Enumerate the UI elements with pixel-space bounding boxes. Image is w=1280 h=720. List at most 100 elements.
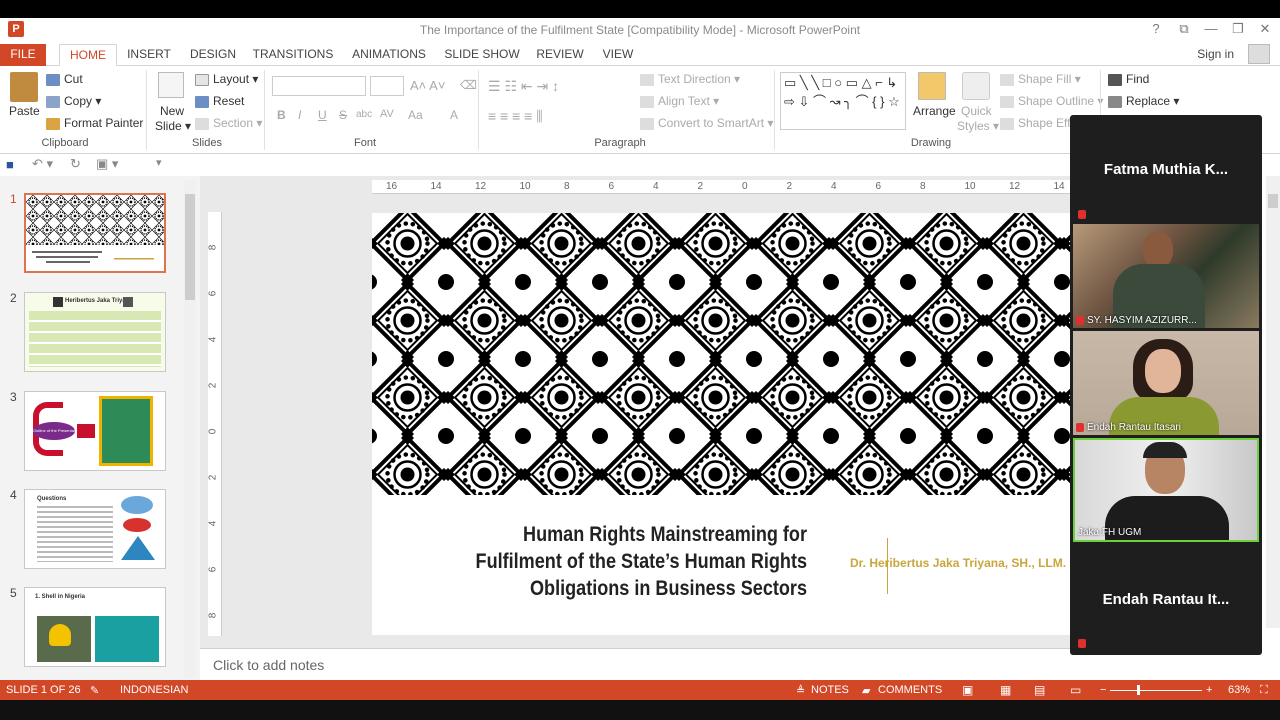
zoom-in-icon[interactable]: + <box>1206 684 1212 696</box>
cut-button[interactable]: Cut <box>64 72 83 86</box>
close-button[interactable]: ✕ <box>1254 21 1276 37</box>
arrange-icon[interactable] <box>918 72 946 100</box>
save-icon[interactable]: ■ <box>6 157 14 172</box>
new-slide-icon[interactable] <box>158 72 184 98</box>
find-button[interactable]: Find <box>1126 72 1149 86</box>
reading-view-icon[interactable]: ▤ <box>1034 683 1045 697</box>
slide-thumbnail-5[interactable]: 1. Shell in Nigeria <box>24 587 166 667</box>
scroll-thumb[interactable] <box>185 194 195 300</box>
slide-thumbnail-2[interactable]: Heribertus Jaka Triyana <box>24 292 166 372</box>
slide-sorter-icon[interactable]: ▦ <box>1000 683 1011 697</box>
slide-thumbnail-3[interactable]: Outline of the Presentation <box>24 391 166 471</box>
quick-styles-icon[interactable] <box>962 72 990 100</box>
sign-in-link[interactable]: Sign in <box>1197 47 1234 61</box>
copy-button[interactable]: Copy <box>64 94 92 108</box>
font-size-combobox[interactable] <box>370 76 404 96</box>
notes-placeholder[interactable]: Click to add notes <box>213 657 324 673</box>
notes-toggle-icon[interactable]: ≜ <box>796 684 805 697</box>
customize-qat-icon[interactable]: ▾ <box>156 156 162 169</box>
text-direction-button[interactable]: Text Direction <box>658 72 731 86</box>
shape-effects-button[interactable]: Shape Effe <box>1018 116 1077 130</box>
minimize-button[interactable]: — <box>1200 21 1222 36</box>
bullets-icon[interactable]: ☰ ☷ ⇤ ⇥ ↕ <box>488 78 559 95</box>
redo-icon[interactable]: ↻ <box>70 156 81 172</box>
paste-button[interactable]: Paste <box>9 104 40 118</box>
quick-styles-label-1[interactable]: Quick <box>961 104 992 118</box>
text-shadow-button[interactable]: abc <box>356 109 372 120</box>
start-slideshow-icon[interactable]: ▣ ▾ <box>96 156 118 172</box>
spellcheck-icon[interactable]: ✎ <box>90 684 99 697</box>
fit-slide-icon[interactable]: ⛶ <box>1260 684 1268 697</box>
ruler-number: 2 <box>786 181 793 192</box>
underline-button[interactable]: U <box>318 108 327 122</box>
change-case-button[interactable]: Aa <box>408 108 423 122</box>
strikethrough-button[interactable]: S <box>339 108 347 122</box>
character-spacing-button[interactable]: AV <box>380 108 394 120</box>
section-button[interactable]: Section <box>213 116 253 130</box>
grow-font-icon[interactable]: A˄ A˅ <box>410 78 445 93</box>
shape-outline-button[interactable]: Shape Outline <box>1018 94 1094 108</box>
clear-format-icon[interactable]: ⌫ <box>460 78 477 92</box>
font-name-combobox[interactable] <box>272 76 366 96</box>
align-text-button[interactable]: Align Text <box>658 94 710 108</box>
maximize-button[interactable]: ❐ <box>1227 21 1249 37</box>
convert-smartart-button[interactable]: Convert to SmartArt <box>658 116 764 130</box>
account-avatar-icon[interactable] <box>1248 44 1270 64</box>
undo-icon[interactable]: ↶ ▾ <box>32 156 53 172</box>
slide-title[interactable]: Human Rights Mainstreaming for Fulfilmen… <box>442 521 807 602</box>
zoom-slider[interactable] <box>1110 690 1202 691</box>
shape-fill-button[interactable]: Shape Fill <box>1018 72 1071 86</box>
paragraph-group-label: Paragraph <box>594 137 646 149</box>
normal-view-icon[interactable]: ▣ <box>962 683 973 697</box>
tab-review[interactable]: REVIEW <box>532 44 588 66</box>
format-painter-button[interactable]: Format Painter <box>64 116 143 130</box>
participant-video-tile[interactable]: SY. HASYIM AZIZURR... <box>1073 224 1259 328</box>
current-slide[interactable]: Human Rights Mainstreaming for Fulfilmen… <box>372 213 1072 635</box>
notes-pane[interactable]: Click to add notes <box>200 648 1070 680</box>
muted-mic-icon <box>1076 315 1084 325</box>
reset-button[interactable]: Reset <box>213 94 244 108</box>
font-color-button[interactable]: A <box>450 108 458 122</box>
slide-scrollbar[interactable] <box>1266 176 1280 628</box>
align-icons[interactable]: ≡ ≡ ≡ ≡ ⫼ <box>488 108 543 125</box>
slideshow-view-icon[interactable]: ▭ <box>1070 683 1081 697</box>
replace-button[interactable]: Replace <box>1126 94 1170 108</box>
ruler-number: 0 <box>742 181 748 192</box>
quick-styles-label-2[interactable]: Styles <box>957 119 990 133</box>
comments-icon[interactable]: ▰ <box>862 684 870 697</box>
tab-design[interactable]: DESIGN <box>186 44 240 66</box>
powerpoint-window: P The Importance of the Fulfilment State… <box>0 0 1280 720</box>
tab-home[interactable]: HOME <box>59 44 117 67</box>
tab-file[interactable]: FILE <box>0 44 46 66</box>
italic-button[interactable]: I <box>298 108 301 122</box>
new-slide-label-2[interactable]: Slide <box>155 119 182 133</box>
comments-button[interactable]: COMMENTS <box>878 684 942 696</box>
tab-transitions[interactable]: TRANSITIONS <box>252 44 334 66</box>
paste-icon[interactable] <box>10 72 38 102</box>
tab-animations[interactable]: ANIMATIONS <box>348 44 430 66</box>
shapes-gallery[interactable]: ▭ ╲ ╲ □ ○ ▭ △ ⌐ ↳ ⇨ ⇩ ⌒ ↝ ╮ ⌒ { } ☆ <box>780 72 906 130</box>
slide-author[interactable]: Dr. Heribertus Jaka Triyana, SH., LLM. M <box>850 556 1072 570</box>
zoom-slider-thumb[interactable] <box>1137 685 1140 695</box>
slide-thumbnail-1[interactable] <box>24 193 166 273</box>
language-indicator[interactable]: INDONESIAN <box>120 684 188 696</box>
new-slide-label-1[interactable]: New <box>160 104 184 118</box>
ribbon-display-icon[interactable]: ⧉ <box>1173 21 1195 37</box>
tab-view[interactable]: VIEW <box>598 44 638 66</box>
tab-insert[interactable]: INSERT <box>124 44 174 66</box>
arrange-button[interactable]: Arrange <box>913 104 956 118</box>
zoom-level[interactable]: 63% <box>1228 684 1250 696</box>
zoom-out-icon[interactable]: − <box>1100 684 1106 696</box>
help-icon[interactable]: ? <box>1145 21 1167 36</box>
layout-button[interactable]: Layout <box>213 72 249 86</box>
thumb-table <box>29 311 161 367</box>
thumb-number: 1 <box>10 192 17 206</box>
notes-button[interactable]: NOTES <box>811 684 849 696</box>
participant-video-tile[interactable]: Endah Rantau Itasari <box>1073 331 1259 435</box>
participant-video-tile-active[interactable]: Jaka FH UGM <box>1073 438 1259 542</box>
slide-thumbnail-4[interactable]: Questions <box>24 489 166 569</box>
scroll-thumb[interactable] <box>1268 194 1278 208</box>
tab-slide-show[interactable]: SLIDE SHOW <box>444 44 520 66</box>
thumbnail-scrollbar[interactable] <box>184 180 196 678</box>
bold-button[interactable]: B <box>277 108 286 122</box>
